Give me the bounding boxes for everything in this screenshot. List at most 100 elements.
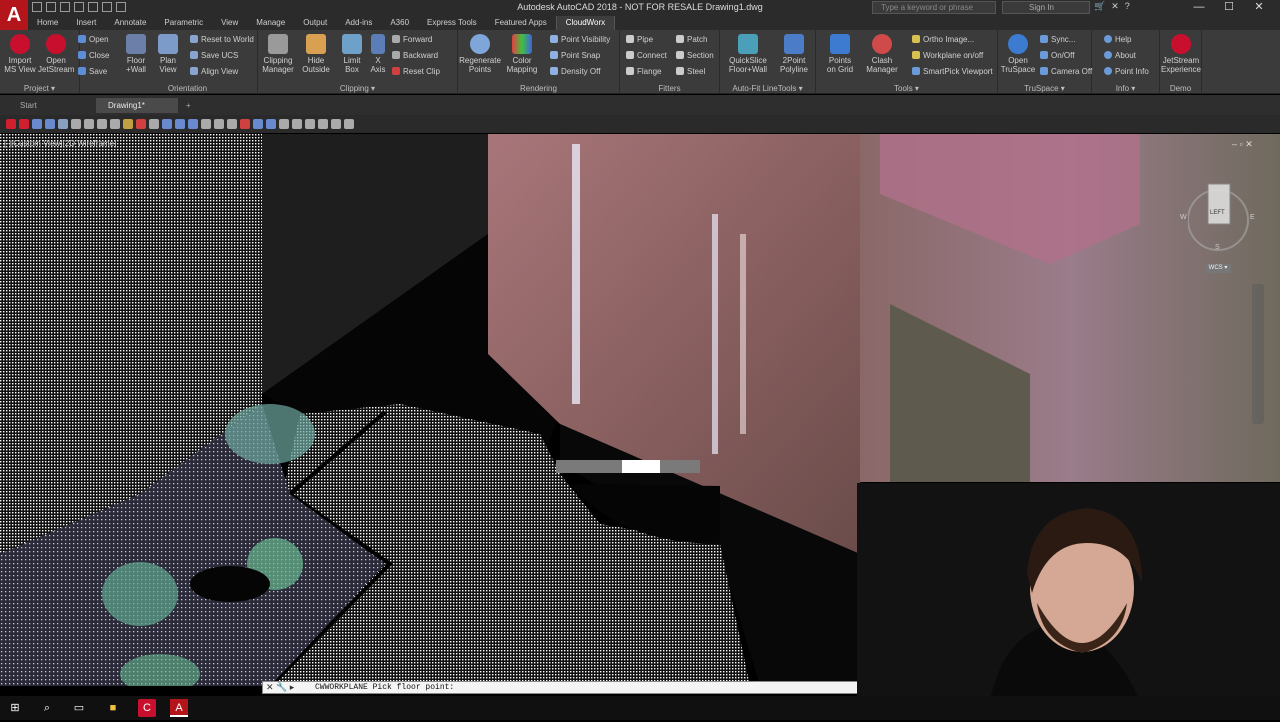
reset-clip-button[interactable]: Reset Clip bbox=[392, 67, 440, 77]
flange-button[interactable]: Flange bbox=[626, 67, 661, 77]
cloudworx-tool-icon[interactable] bbox=[279, 119, 289, 129]
smartpick-viewport-button[interactable]: SmartPick Viewport bbox=[912, 67, 993, 77]
cloudworx-tool-icon[interactable] bbox=[201, 119, 211, 129]
tab-a360[interactable]: A360 bbox=[381, 16, 418, 30]
cloudworx-tool-icon[interactable] bbox=[175, 119, 185, 129]
save-ucs-button[interactable]: Save UCS bbox=[190, 51, 238, 61]
cloudworx-tool-icon[interactable] bbox=[71, 119, 81, 129]
chrome-icon[interactable]: C bbox=[138, 699, 156, 717]
compass-e[interactable]: E bbox=[1250, 214, 1255, 221]
tab-home[interactable]: Home bbox=[28, 16, 67, 30]
start-button[interactable]: ⊞ bbox=[6, 699, 24, 717]
color-mapping-button[interactable]: Color Mapping bbox=[504, 34, 540, 74]
cloudworx-tool-icon[interactable] bbox=[318, 119, 328, 129]
maximize-button[interactable]: ☐ bbox=[1214, 0, 1244, 16]
exchange-icon[interactable]: ✕ bbox=[1111, 1, 1119, 12]
plan-view-button[interactable]: Plan View bbox=[150, 34, 186, 74]
cloudworx-tool-icon[interactable] bbox=[45, 119, 55, 129]
workplane-toggle-button[interactable]: Workplane on/off bbox=[912, 51, 983, 61]
viewcube-face-label[interactable]: LEFT bbox=[1210, 210, 1225, 216]
tab-manage[interactable]: Manage bbox=[247, 16, 294, 30]
cloudworx-tool-icon[interactable] bbox=[32, 119, 42, 129]
steel-button[interactable]: Steel bbox=[676, 67, 705, 77]
file-explorer-icon[interactable]: ■ bbox=[104, 699, 122, 717]
close-project-button[interactable]: Close bbox=[78, 51, 109, 61]
cloudworx-tool-icon[interactable] bbox=[188, 119, 198, 129]
search-input[interactable]: Type a keyword or phrase bbox=[872, 1, 996, 14]
dynamic-input-field[interactable] bbox=[622, 460, 660, 473]
panel-title[interactable]: Info ▾ bbox=[1092, 84, 1159, 93]
cloudworx-tool-icon[interactable] bbox=[305, 119, 315, 129]
cloudworx-tool-icon[interactable] bbox=[149, 119, 159, 129]
sync-button[interactable]: Sync... bbox=[1040, 35, 1075, 45]
cloudworx-tool-icon[interactable] bbox=[84, 119, 94, 129]
limit-box-button[interactable]: Limit Box bbox=[334, 34, 370, 74]
tab-annotate[interactable]: Annotate bbox=[105, 16, 155, 30]
tab-parametric[interactable]: Parametric bbox=[155, 16, 212, 30]
cloudworx-tool-icon[interactable] bbox=[292, 119, 302, 129]
tab-express-tools[interactable]: Express Tools bbox=[418, 16, 486, 30]
tab-drawing1[interactable]: Drawing1* bbox=[96, 98, 178, 113]
cloudworx-tool-icon[interactable] bbox=[123, 119, 133, 129]
two-point-polyline-button[interactable]: 2Point Polyline bbox=[776, 34, 812, 74]
cloudworx-tool-icon[interactable] bbox=[240, 119, 250, 129]
panel-title[interactable]: Clipping ▾ bbox=[258, 84, 457, 93]
cloudworx-tool-icon[interactable] bbox=[162, 119, 172, 129]
camera-off-button[interactable]: Camera Off bbox=[1040, 67, 1092, 77]
tab-add-ins[interactable]: Add-ins bbox=[336, 16, 381, 30]
viewport-label[interactable]: [-][Custom View][2D Wireframe] bbox=[4, 139, 116, 148]
cloudworx-tool-icon[interactable] bbox=[136, 119, 146, 129]
point-snap-button[interactable]: Point Snap bbox=[550, 51, 600, 61]
minimize-button[interactable]: — bbox=[1184, 0, 1214, 16]
section-button[interactable]: Section bbox=[676, 51, 714, 61]
points-on-grid-button[interactable]: Points on Grid bbox=[822, 34, 858, 74]
density-off-button[interactable]: Density Off bbox=[550, 67, 600, 77]
point-visibility-button[interactable]: Point Visibility bbox=[550, 35, 610, 45]
pipe-button[interactable]: Pipe bbox=[626, 35, 653, 45]
clipping-manager-button[interactable]: Clipping Manager bbox=[260, 34, 296, 74]
open-truspace-button[interactable]: Open TruSpace bbox=[1000, 34, 1036, 74]
wcs-menu[interactable]: WCS ▾ bbox=[1205, 264, 1231, 273]
panel-title[interactable]: Auto-Fit LineTools ▾ bbox=[720, 84, 815, 93]
panel-title[interactable]: Project ▾ bbox=[0, 84, 79, 93]
task-view-icon[interactable]: ▭ bbox=[70, 699, 88, 717]
ortho-image-button[interactable]: Ortho Image... bbox=[912, 35, 974, 45]
cloudworx-tool-icon[interactable] bbox=[110, 119, 120, 129]
new-tab-button[interactable]: + bbox=[180, 98, 197, 113]
about-button[interactable]: About bbox=[1104, 51, 1136, 61]
quickslice-button[interactable]: QuickSlice Floor+Wall bbox=[724, 34, 772, 74]
align-view-button[interactable]: Align View bbox=[190, 67, 238, 77]
connect-button[interactable]: Connect bbox=[626, 51, 667, 61]
navigation-bar[interactable] bbox=[1252, 284, 1264, 424]
command-line-icons[interactable]: ✕ 🔧 ▸ bbox=[266, 682, 294, 693]
open-button[interactable]: Open bbox=[78, 35, 109, 45]
help-button[interactable]: Help bbox=[1104, 35, 1131, 45]
import-ms-view-button[interactable]: Import MS View bbox=[2, 34, 38, 74]
viewcube[interactable]: LEFT W E S WCS ▾ bbox=[1180, 180, 1260, 273]
truspace-toggle-button[interactable]: On/Off bbox=[1040, 51, 1074, 61]
cloudworx-tool-icon[interactable] bbox=[19, 119, 29, 129]
tab-start[interactable]: Start bbox=[8, 98, 49, 113]
search-icon[interactable]: ⌕ bbox=[38, 699, 56, 717]
cloudworx-tool-icon[interactable] bbox=[266, 119, 276, 129]
cloudworx-tool-icon[interactable] bbox=[6, 119, 16, 129]
floor-wall-button[interactable]: Floor +Wall bbox=[118, 34, 154, 74]
close-button[interactable]: ✕ bbox=[1244, 0, 1274, 16]
x-axis-button[interactable]: X Axis bbox=[366, 34, 390, 74]
clash-manager-button[interactable]: Clash Manager bbox=[864, 34, 900, 74]
compass-s[interactable]: S bbox=[1215, 244, 1220, 251]
forward-button[interactable]: Forward bbox=[392, 35, 432, 45]
autocad-logo[interactable]: A bbox=[0, 0, 28, 32]
reset-to-world-button[interactable]: Reset to World bbox=[190, 35, 254, 45]
compass-w[interactable]: W bbox=[1180, 214, 1187, 221]
save-project-button[interactable]: Save bbox=[78, 67, 107, 77]
tab-output[interactable]: Output bbox=[294, 16, 336, 30]
cloudworx-tool-icon[interactable] bbox=[58, 119, 68, 129]
hide-outside-button[interactable]: Hide Outside bbox=[298, 34, 334, 74]
patch-button[interactable]: Patch bbox=[676, 35, 707, 45]
autocad-taskbar-icon[interactable]: A bbox=[170, 699, 188, 717]
panel-title[interactable]: TruSpace ▾ bbox=[998, 84, 1091, 93]
panel-title[interactable]: Tools ▾ bbox=[816, 84, 997, 93]
backward-button[interactable]: Backward bbox=[392, 51, 438, 61]
cloudworx-tool-icon[interactable] bbox=[253, 119, 263, 129]
